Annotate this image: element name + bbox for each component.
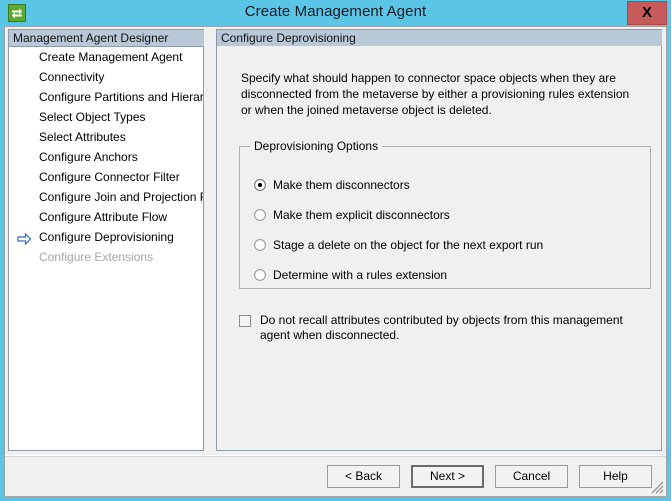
page-description: Specify what should happen to connector … — [241, 71, 630, 117]
nav-item-label: Create Management Agent — [39, 50, 183, 64]
content-pane-body: Specify what should happen to connector … — [216, 46, 662, 451]
dialog-window: Create Management Agent X Management Age… — [0, 0, 671, 501]
cancel-button[interactable]: Cancel — [495, 465, 568, 488]
checkbox-unchecked-icon — [239, 315, 251, 327]
radio-stage-a-delete-on-the-object[interactable]: Stage a delete on the object for the nex… — [254, 237, 543, 253]
radio-make-them-explicit-disconnectors[interactable]: Make them explicit disconnectors — [254, 207, 450, 223]
nav-pane-header: Management Agent Designer — [8, 29, 204, 46]
radio-unselected-icon — [254, 209, 266, 221]
nav-item-label: Select Attributes — [39, 130, 126, 144]
nav-item-label: Configure Anchors — [39, 150, 138, 164]
nav-item-label: Configure Connector Filter — [39, 170, 180, 184]
sidebar-item-configure-join-and-projection-rules[interactable]: Configure Join and Projection Rules — [9, 187, 203, 207]
radio-unselected-icon — [254, 269, 266, 281]
sidebar-item-configure-deprovisioning[interactable]: Configure Deprovisioning — [9, 227, 203, 247]
resize-grip-icon[interactable] — [650, 480, 664, 494]
radio-determine-with-a-rules-extension[interactable]: Determine with a rules extension — [254, 267, 447, 283]
nav-item-label: Configure Deprovisioning — [39, 230, 174, 244]
sidebar-item-connectivity[interactable]: Connectivity — [9, 67, 203, 87]
nav-list[interactable]: Create Management Agent Connectivity Con… — [8, 46, 204, 451]
sidebar-item-configure-attribute-flow[interactable]: Configure Attribute Flow — [9, 207, 203, 227]
radio-make-them-disconnectors[interactable]: Make them disconnectors — [254, 177, 410, 193]
right-arrow-icon — [17, 231, 32, 246]
nav-item-label: Configure Extensions — [39, 250, 154, 264]
dialog-frame: Management Agent Designer Create Managem… — [4, 26, 667, 497]
content-pane: Configure Deprovisioning Specify what sh… — [212, 27, 666, 454]
back-button[interactable]: < Back — [327, 465, 400, 488]
nav-item-label: Select Object Types — [39, 110, 146, 124]
sidebar-item-create-management-agent[interactable]: Create Management Agent — [9, 47, 203, 67]
do-not-recall-attributes-checkbox[interactable]: Do not recall attributes contributed by … — [239, 313, 639, 343]
sidebar-item-select-object-types[interactable]: Select Object Types — [9, 107, 203, 127]
radio-unselected-icon — [254, 239, 266, 251]
nav-item-label: Connectivity — [39, 70, 105, 84]
nav-item-label: Configure Partitions and Hierarchies — [39, 90, 204, 104]
group-box-legend: Deprovisioning Options — [250, 139, 383, 153]
nav-item-label: Configure Attribute Flow — [39, 210, 168, 224]
sidebar-item-configure-connector-filter[interactable]: Configure Connector Filter — [9, 167, 203, 187]
footer-bar: < Back Next > Cancel Help — [5, 457, 666, 496]
radio-label: Stage a delete on the object for the nex… — [273, 238, 544, 252]
nav-item-label: Configure Join and Projection Rules — [39, 190, 203, 204]
content-pane-header: Configure Deprovisioning — [216, 29, 662, 46]
checkbox-label: Do not recall attributes contributed by … — [260, 313, 623, 342]
deprovisioning-options-group: Deprovisioning Options Make them disconn… — [239, 139, 651, 289]
radio-label: Make them explicit disconnectors — [273, 208, 450, 222]
radio-label: Make them disconnectors — [273, 178, 410, 192]
sidebar-item-select-attributes[interactable]: Select Attributes — [9, 127, 203, 147]
sidebar-item-configure-anchors[interactable]: Configure Anchors — [9, 147, 203, 167]
help-button[interactable]: Help — [579, 465, 652, 488]
next-button[interactable]: Next > — [411, 465, 484, 488]
close-button[interactable]: X — [627, 1, 667, 25]
title-bar: Create Management Agent X — [0, 0, 671, 26]
radio-selected-icon — [254, 179, 266, 191]
radio-label: Determine with a rules extension — [273, 268, 448, 282]
window-title: Create Management Agent — [244, 3, 427, 20]
designer-nav-pane: Management Agent Designer Create Managem… — [5, 27, 212, 454]
sidebar-item-configure-extensions: Configure Extensions — [9, 247, 203, 267]
sidebar-item-configure-partitions-and-hierarchies[interactable]: Configure Partitions and Hierarchies — [9, 87, 203, 107]
